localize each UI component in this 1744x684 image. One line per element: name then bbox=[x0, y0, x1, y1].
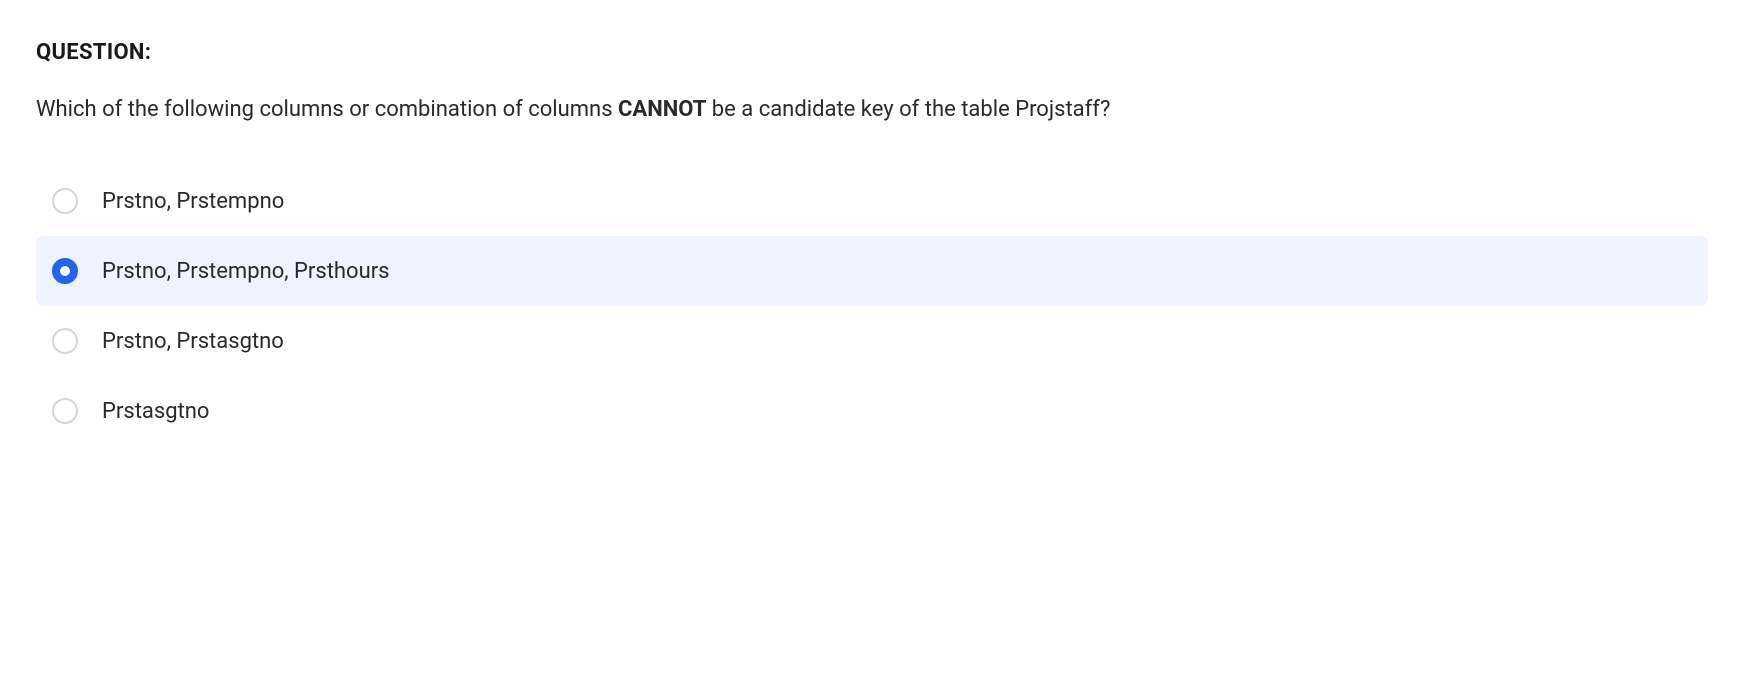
question-prefix: Which of the following columns or combin… bbox=[36, 97, 618, 122]
option-1[interactable]: Prstno, Prstempno, Prsthours bbox=[36, 236, 1708, 306]
question-header: QUESTION: bbox=[36, 40, 1708, 65]
option-label: Prstno, Prstempno bbox=[102, 189, 284, 214]
options-list: Prstno, Prstempno Prstno, Prstempno, Prs… bbox=[36, 166, 1708, 446]
radio-icon bbox=[52, 328, 78, 354]
option-label: Prstno, Prstempno, Prsthours bbox=[102, 259, 390, 284]
question-suffix: be a candidate key of the table Projstaf… bbox=[706, 97, 1110, 122]
option-0[interactable]: Prstno, Prstempno bbox=[36, 166, 1708, 236]
question-bold: CANNOT bbox=[618, 97, 706, 122]
question-header-text: QUESTION bbox=[36, 40, 145, 65]
question-text: Which of the following columns or combin… bbox=[36, 93, 1708, 126]
option-label: Prstno, Prstasgtno bbox=[102, 329, 284, 354]
radio-icon bbox=[52, 398, 78, 424]
radio-icon bbox=[52, 188, 78, 214]
option-2[interactable]: Prstno, Prstasgtno bbox=[36, 306, 1708, 376]
radio-icon bbox=[52, 258, 78, 284]
option-3[interactable]: Prstasgtno bbox=[36, 376, 1708, 446]
question-block: QUESTION: Which of the following columns… bbox=[36, 40, 1708, 446]
option-label: Prstasgtno bbox=[102, 399, 209, 424]
